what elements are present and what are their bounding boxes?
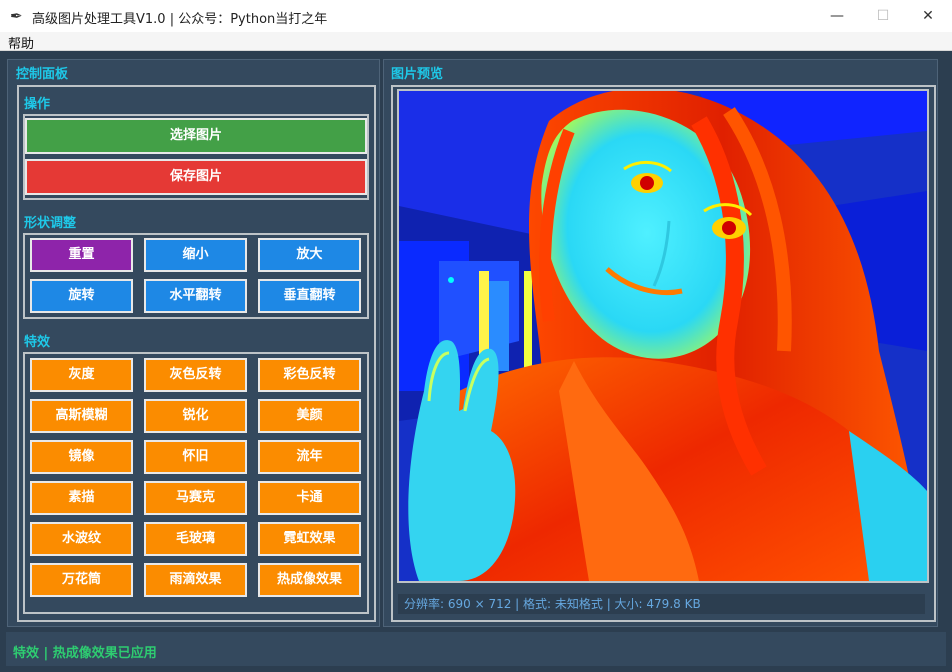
save-image-button[interactable]: 保存图片 <box>25 159 367 195</box>
reset-button[interactable]: 重置 <box>30 238 133 272</box>
maximize-button[interactable]: ☐ <box>860 0 906 32</box>
effect-raindrop-button[interactable]: 雨滴效果 <box>144 563 247 597</box>
preview-image <box>397 89 929 583</box>
effects-title: 特效 <box>24 335 51 350</box>
enlarge-button[interactable]: 放大 <box>258 238 361 272</box>
status-text: 特效 | 热成像效果已应用 <box>13 646 157 661</box>
effect-fleeting-years-button[interactable]: 流年 <box>258 440 361 474</box>
effect-gray-invert-button[interactable]: 灰色反转 <box>144 358 247 392</box>
effect-beauty-button[interactable]: 美颜 <box>258 399 361 433</box>
effect-frosted-glass-button[interactable]: 毛玻璃 <box>144 522 247 556</box>
effect-mosaic-button[interactable]: 马赛克 <box>144 481 247 515</box>
menu-bar: 帮助 <box>0 32 952 52</box>
rotate-button[interactable]: 旋转 <box>30 279 133 313</box>
effect-ripple-button[interactable]: 水波纹 <box>30 522 133 556</box>
effect-thermal-button[interactable]: 热成像效果 <box>258 563 361 597</box>
effect-kaleidoscope-button[interactable]: 万花筒 <box>30 563 133 597</box>
effect-mirror-button[interactable]: 镜像 <box>30 440 133 474</box>
menu-help[interactable]: 帮助 <box>8 33 34 52</box>
control-panel-title: 控制面板 <box>16 67 69 82</box>
shape-adjust-title: 形状调整 <box>24 216 77 231</box>
effect-color-invert-button[interactable]: 彩色反转 <box>258 358 361 392</box>
image-info-bar: 分辨率: 690 × 712 | 格式: 未知格式 | 大小: 479.8 KB <box>398 594 925 614</box>
effect-gaussian-blur-button[interactable]: 高斯模糊 <box>30 399 133 433</box>
feather-icon: ✒ <box>10 7 23 25</box>
effect-cartoon-button[interactable]: 卡通 <box>258 481 361 515</box>
window-title: 高级图片处理工具V1.0 | 公众号：Python当打之年 <box>32 12 328 27</box>
operations-title: 操作 <box>24 97 51 112</box>
shrink-button[interactable]: 缩小 <box>144 238 247 272</box>
status-bar: 特效 | 热成像效果已应用 <box>6 632 946 666</box>
close-button[interactable]: ✕ <box>905 0 951 32</box>
effect-neon-button[interactable]: 霓虹效果 <box>258 522 361 556</box>
title-bar: ✒ 高级图片处理工具V1.0 | 公众号：Python当打之年 — ☐ ✕ <box>0 0 952 32</box>
effect-grayscale-button[interactable]: 灰度 <box>30 358 133 392</box>
effect-sketch-button[interactable]: 素描 <box>30 481 133 515</box>
effect-nostalgia-button[interactable]: 怀旧 <box>144 440 247 474</box>
flip-vertical-button[interactable]: 垂直翻转 <box>258 279 361 313</box>
select-image-button[interactable]: 选择图片 <box>25 118 367 154</box>
flip-horizontal-button[interactable]: 水平翻转 <box>144 279 247 313</box>
effect-sharpen-button[interactable]: 锐化 <box>144 399 247 433</box>
preview-title: 图片预览 <box>391 67 444 82</box>
minimize-button[interactable]: — <box>814 0 860 32</box>
